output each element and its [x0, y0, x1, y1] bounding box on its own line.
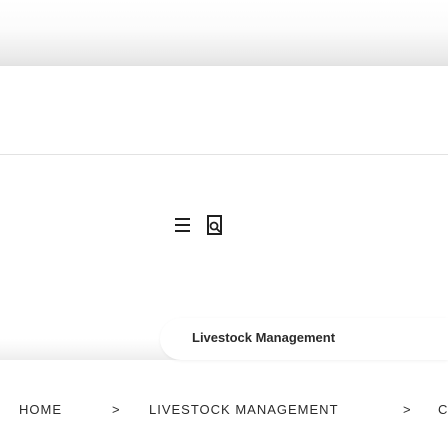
header-divider: [0, 154, 448, 155]
subheader-title: Livestock Management: [192, 330, 336, 345]
breadcrumb-separator: >: [112, 402, 121, 417]
hamburger-menu-icon[interactable]: [172, 212, 196, 238]
breadcrumb: HOME > LIVESTOCK MANAGEMENT > C: [0, 372, 448, 448]
page: Livestock Management HOME > LIVESTOCK MA…: [0, 0, 448, 448]
menu-bar-middle: [175, 224, 190, 226]
breadcrumb-home-link[interactable]: HOME: [19, 402, 62, 417]
top-banner: [0, 0, 448, 65]
menu-bar-bottom: [175, 230, 190, 232]
breadcrumb-row: HOME > LIVESTOCK MANAGEMENT > C: [0, 402, 448, 420]
menu-bar-top: [175, 218, 190, 220]
breadcrumb-section-link[interactable]: LIVESTOCK MANAGEMENT: [149, 402, 339, 417]
search-icon-graphic: [207, 215, 222, 235]
breadcrumb-current: C: [438, 402, 448, 417]
top-divider: [0, 65, 448, 66]
search-icon[interactable]: [202, 212, 226, 238]
breadcrumb-separator: >: [403, 402, 412, 417]
subheader-banner: Livestock Management: [160, 318, 448, 360]
